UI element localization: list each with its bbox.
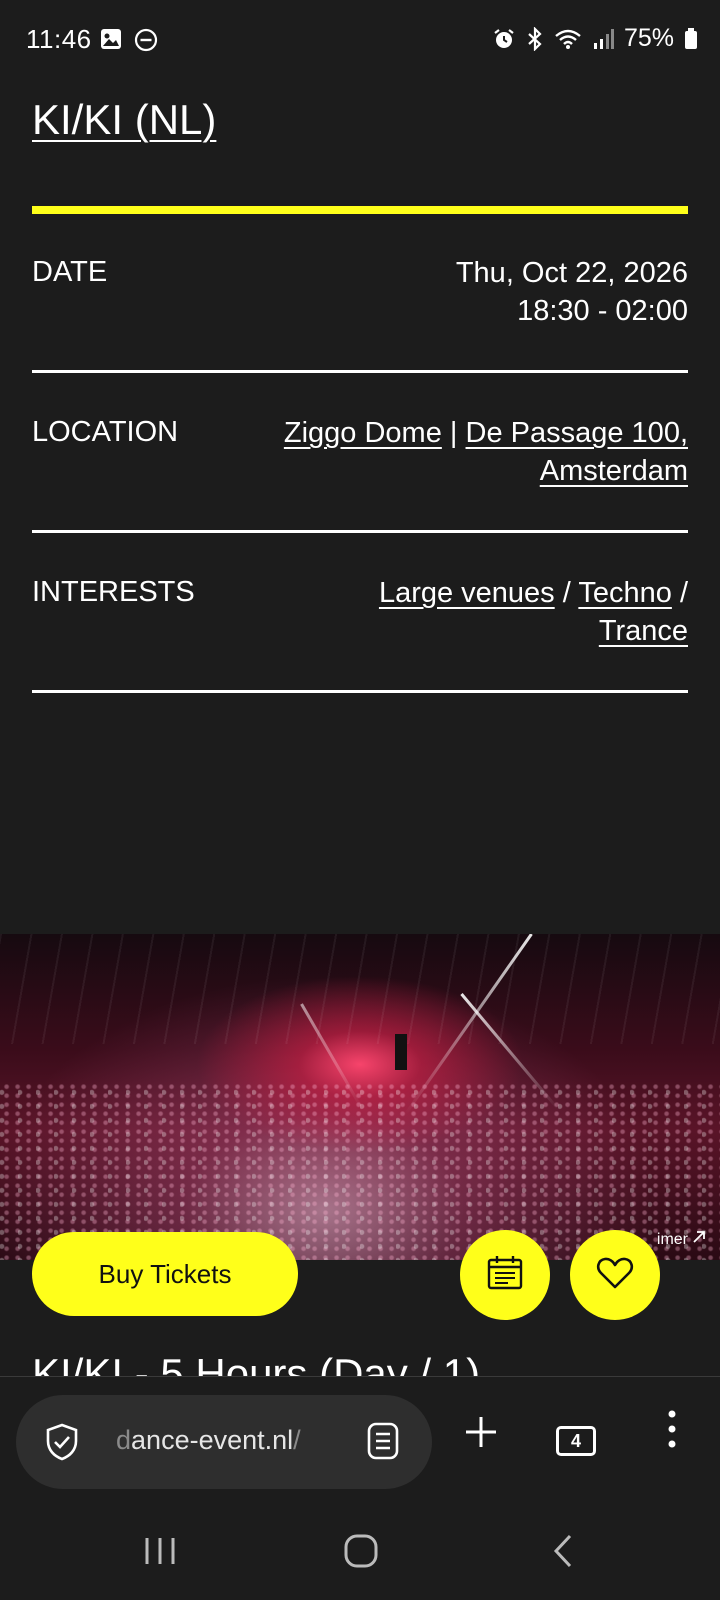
city-link[interactable]: Amsterdam — [540, 455, 688, 487]
alarm-icon — [492, 27, 516, 51]
buy-tickets-button[interactable]: Buy Tickets — [32, 1232, 298, 1316]
location-separator: | — [449, 417, 458, 449]
image-icon — [100, 28, 122, 52]
shield-icon[interactable] — [44, 1423, 80, 1466]
address-bar[interactable]: dance-event.nl/ — [16, 1395, 432, 1489]
divider — [32, 530, 688, 533]
interest-link[interactable]: Trance — [599, 615, 688, 647]
browser-toolbar: dance-event.nl/ — [0, 1376, 720, 1498]
interest-separator: / — [679, 577, 688, 609]
venue-link[interactable]: Ziggo Dome — [284, 417, 442, 449]
favorite-button[interactable] — [570, 1230, 660, 1320]
battery-icon — [684, 27, 698, 50]
disclaimer-text: imer — [656, 1230, 688, 1248]
accent-divider — [32, 206, 688, 214]
signal-icon — [592, 28, 614, 50]
battery-percent: 75% — [623, 24, 674, 52]
more-menu-button[interactable] — [666, 1409, 678, 1454]
interest-separator: / — [562, 577, 571, 609]
date-label: DATE — [32, 256, 108, 288]
url-tail: / — [293, 1425, 301, 1455]
address-link[interactable]: De Passage 100, — [466, 417, 688, 449]
interests-value: Large venues / Techno / Trance — [379, 574, 688, 650]
external-link-icon — [692, 1230, 706, 1249]
status-time: 11:46 — [26, 24, 92, 54]
url-domain: ance-event.nl — [131, 1425, 294, 1455]
system-nav-bar — [0, 1500, 720, 1600]
wifi-icon — [554, 28, 582, 50]
tab-switcher-button[interactable]: 4 — [556, 1426, 596, 1456]
image-disclaimer-link[interactable]: imer — [657, 1230, 706, 1249]
interests-label: INTERESTS — [32, 576, 195, 608]
add-to-calendar-button[interactable] — [460, 1230, 550, 1320]
calendar-icon — [486, 1255, 524, 1296]
back-icon[interactable] — [552, 1534, 574, 1573]
location-label: LOCATION — [32, 416, 179, 448]
time-text: 18:30 - 02:00 — [517, 295, 688, 327]
url-fade: d — [116, 1425, 132, 1455]
url-text[interactable]: dance-event.nl/ — [116, 1425, 301, 1456]
bluetooth-icon — [526, 26, 544, 51]
interest-link[interactable]: Techno — [578, 577, 672, 609]
date-text: Thu, Oct 22, 2026 — [455, 257, 688, 289]
dnd-icon — [134, 28, 158, 52]
interest-link[interactable]: Large venues — [379, 577, 555, 609]
heart-icon — [596, 1256, 634, 1295]
location-value: Ziggo Dome | De Passage 100, Amsterdam — [284, 414, 688, 490]
reader-mode-icon[interactable] — [366, 1421, 400, 1466]
status-bar: 11:46 75% — [0, 0, 720, 80]
recent-apps-icon[interactable] — [144, 1536, 176, 1571]
date-value: Thu, Oct 22, 2026 18:30 - 02:00 — [456, 254, 688, 330]
home-icon[interactable] — [344, 1534, 378, 1573]
event-hero-image — [0, 934, 720, 1260]
divider — [32, 370, 688, 373]
divider — [32, 690, 688, 693]
new-tab-button[interactable] — [464, 1415, 498, 1454]
event-title-link[interactable]: KI/KI (NL) — [32, 96, 216, 144]
